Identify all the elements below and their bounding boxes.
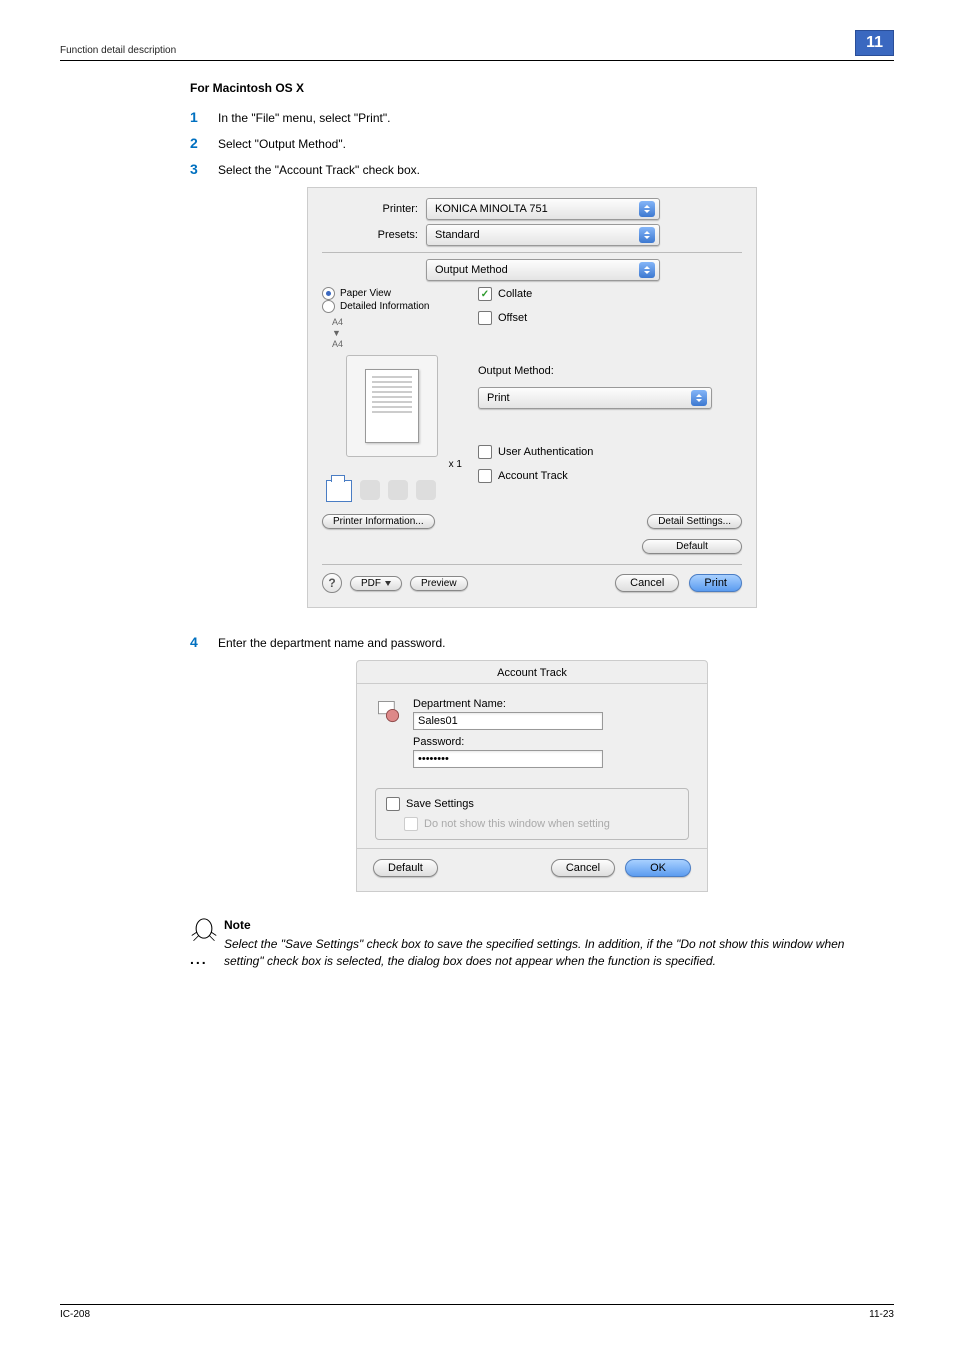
step-4: 4 Enter the department name and password… bbox=[190, 634, 874, 650]
cancel-button[interactable]: Cancel bbox=[551, 859, 615, 877]
punch-icon bbox=[388, 480, 408, 500]
page-preview bbox=[346, 355, 438, 457]
caret-icon bbox=[639, 262, 655, 278]
step-2: 2 Select "Output Method". bbox=[190, 135, 874, 151]
checkbox-icon bbox=[478, 311, 492, 325]
printer-value: KONICA MINOLTA 751 bbox=[435, 203, 548, 215]
panel-select[interactable]: Output Method bbox=[426, 259, 660, 281]
checkbox-icon bbox=[404, 817, 418, 831]
radio-icon bbox=[322, 300, 335, 313]
pwd-label: Password: bbox=[413, 736, 689, 748]
step-num-1: 1 bbox=[190, 109, 218, 125]
donotshow-checkbox: Do not show this window when setting bbox=[404, 817, 678, 831]
caret-icon bbox=[691, 390, 707, 406]
print-dialog: Printer: KONICA MINOLTA 751 Presets: Sta… bbox=[307, 187, 757, 608]
help-button[interactable]: ? bbox=[322, 573, 342, 593]
printer-icon[interactable] bbox=[326, 480, 352, 502]
step-text-2: Select "Output Method". bbox=[218, 135, 346, 151]
dept-input[interactable]: Sales01 bbox=[413, 712, 603, 730]
paper-size-text: A4 ▼ A4 bbox=[332, 317, 343, 349]
pwd-input[interactable]: •••••••• bbox=[413, 750, 603, 768]
copies-x1: x 1 bbox=[449, 459, 462, 470]
save-settings-label: Save Settings bbox=[406, 798, 474, 810]
detail-settings-button[interactable]: Detail Settings... bbox=[647, 514, 742, 529]
chevron-down-icon bbox=[385, 581, 391, 586]
caret-icon bbox=[639, 227, 655, 243]
step-num-2: 2 bbox=[190, 135, 218, 151]
donotshow-label: Do not show this window when setting bbox=[424, 818, 610, 830]
step-text-1: In the "File" menu, select "Print". bbox=[218, 109, 390, 125]
user-auth-checkbox[interactable]: User Authentication bbox=[478, 445, 742, 459]
presets-label: Presets: bbox=[322, 229, 426, 241]
footer-left: IC-208 bbox=[60, 1309, 90, 1320]
detailed-info-radio[interactable]: Detailed Information bbox=[322, 300, 430, 313]
printer-select[interactable]: KONICA MINOLTA 751 bbox=[426, 198, 660, 220]
default-button[interactable]: Default bbox=[373, 859, 438, 877]
caret-icon bbox=[639, 201, 655, 217]
step-1: 1 In the "File" menu, select "Print". bbox=[190, 109, 874, 125]
paper-view-label: Paper View bbox=[340, 288, 391, 299]
save-settings-group: Save Settings Do not show this window wh… bbox=[375, 788, 689, 840]
section-title: Function detail description bbox=[60, 45, 176, 56]
collate-label: Collate bbox=[498, 288, 532, 300]
chapter-badge: 11 bbox=[855, 30, 894, 56]
presets-select[interactable]: Standard bbox=[426, 224, 660, 246]
pdf-button[interactable]: PDF bbox=[350, 576, 402, 591]
cancel-button[interactable]: Cancel bbox=[615, 574, 679, 592]
detailed-info-label: Detailed Information bbox=[340, 301, 430, 312]
radio-icon bbox=[322, 287, 335, 300]
footer-right: 11-23 bbox=[869, 1309, 894, 1320]
panel-value: Output Method bbox=[435, 264, 508, 276]
account-track-dialog: Account Track Department Name: Sales01 P… bbox=[356, 660, 708, 892]
left-panel: Paper View Detailed Information A4 ▼ A4 bbox=[322, 287, 462, 502]
heading-os: For Macintosh OS X bbox=[190, 81, 874, 95]
ok-button[interactable]: OK bbox=[625, 859, 691, 877]
account-track-checkbox[interactable]: Account Track bbox=[478, 469, 742, 483]
print-button[interactable]: Print bbox=[689, 574, 742, 592]
preview-button[interactable]: Preview bbox=[410, 576, 468, 591]
account-icon bbox=[375, 698, 403, 726]
note-body: Select the "Save Settings" check box to … bbox=[224, 936, 874, 970]
step-3: 3 Select the "Account Track" check box. bbox=[190, 161, 874, 177]
output-method-label: Output Method: bbox=[478, 365, 742, 377]
offset-label: Offset bbox=[498, 312, 527, 324]
dept-label: Department Name: bbox=[413, 698, 689, 710]
offset-checkbox[interactable]: Offset bbox=[478, 311, 742, 325]
step-text-3: Select the "Account Track" check box. bbox=[218, 161, 420, 177]
step-num-3: 3 bbox=[190, 161, 218, 177]
presets-value: Standard bbox=[435, 229, 480, 241]
checkbox-icon bbox=[478, 287, 492, 301]
printer-label: Printer: bbox=[322, 203, 426, 215]
output-method-value: Print bbox=[487, 392, 510, 404]
staple-icon bbox=[360, 480, 380, 500]
step-text-4: Enter the department name and password. bbox=[218, 634, 445, 650]
paper-view-radio[interactable]: Paper View bbox=[322, 287, 391, 300]
step-num-4: 4 bbox=[190, 634, 218, 650]
checkbox-icon bbox=[386, 797, 400, 811]
dialog-title: Account Track bbox=[357, 661, 707, 684]
account-track-label: Account Track bbox=[498, 470, 568, 482]
output-method-select[interactable]: Print bbox=[478, 387, 712, 409]
checkbox-icon bbox=[478, 469, 492, 483]
checkbox-icon bbox=[478, 445, 492, 459]
user-auth-label: User Authentication bbox=[498, 446, 593, 458]
note-icon: ... bbox=[190, 918, 218, 970]
default-button[interactable]: Default bbox=[642, 539, 742, 554]
chapter-number: 11 bbox=[855, 30, 894, 56]
save-settings-checkbox[interactable]: Save Settings bbox=[386, 797, 678, 811]
printer-info-button[interactable]: Printer Information... bbox=[322, 514, 435, 529]
note-title: Note bbox=[224, 918, 874, 932]
collate-checkbox[interactable]: Collate bbox=[478, 287, 742, 301]
fold-icon bbox=[416, 480, 436, 500]
